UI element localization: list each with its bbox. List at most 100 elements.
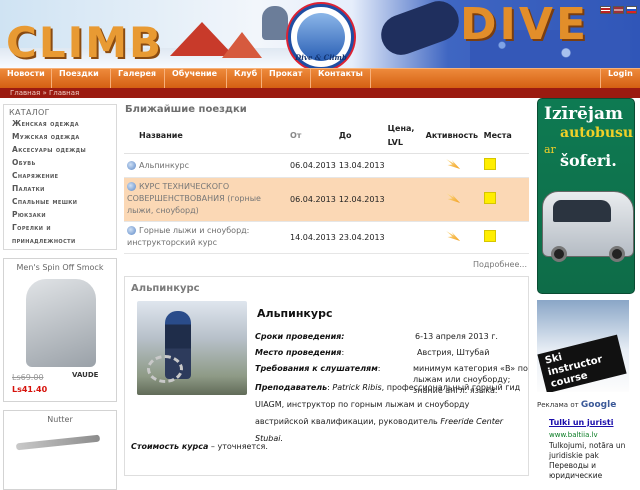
main-content: Ближайшие поездки Название От До Цена, L… [124, 104, 529, 476]
category-accessories[interactable]: Аксесуары одежды [12, 143, 111, 156]
article-cost: Стоимость курса – уточняется. [131, 441, 268, 451]
nav-trips[interactable]: Поездки [52, 69, 111, 89]
nav-contacts[interactable]: Контакты [311, 69, 371, 89]
trip-to: 13.04.2013 [335, 153, 385, 178]
col-from[interactable]: От [287, 119, 336, 154]
places-status-icon [483, 230, 496, 242]
ad-line-1: Izīrējam [544, 104, 623, 124]
activity-icon [446, 159, 461, 169]
flag-ru-icon[interactable] [626, 6, 637, 14]
col-to[interactable]: До [335, 119, 385, 154]
jacket-image[interactable] [26, 279, 96, 367]
col-places[interactable]: Места [480, 119, 529, 154]
table-header: Название От До Цена, LVL Активность Мест… [124, 119, 529, 154]
category-sleeping-bags[interactable]: Спальные мешки [12, 195, 111, 208]
category-womens[interactable]: Женская одежда [12, 117, 111, 130]
header-tent-image-2 [222, 32, 262, 58]
activity-icon [446, 231, 461, 241]
col-price[interactable]: Цена, LVL [384, 119, 423, 154]
trip-name[interactable]: КУРС ТЕХНИЧЕСКОГО СОВЕРШЕНСТВОВАНИЯ (гор… [127, 182, 261, 215]
trip-name[interactable]: Горные лыжи и сноуборд: инструкторский к… [127, 226, 249, 247]
old-price: Ls69.00 [12, 373, 44, 382]
nutter-image[interactable] [15, 434, 101, 451]
product-card-2[interactable]: Nutter [3, 410, 117, 490]
nav-news[interactable]: Новости [0, 69, 52, 89]
catalog-title: Каталог [9, 108, 50, 117]
article-box: Альпинкурс Альпинкурс Сроки проведения: … [124, 275, 529, 476]
google-ads-label: Реклама от Google [537, 400, 617, 410]
article-photo [137, 300, 247, 395]
globe-icon [127, 160, 136, 170]
nav-rental[interactable]: Прокат [262, 69, 311, 89]
wheel-icon [551, 246, 567, 262]
brand-climb: CLIMB [6, 18, 164, 67]
van-image [542, 191, 634, 262]
trip-price [384, 153, 423, 178]
ski-banner-text: Ski instructor course [537, 334, 627, 392]
nav-club[interactable]: Клуб [227, 69, 262, 89]
trip-to: 12.04.2013 [335, 177, 385, 222]
category-tents[interactable]: Палатки [12, 182, 111, 195]
brand-dive: DIVE [460, 0, 590, 50]
product-card[interactable]: Men's Spin Off Smock VAUDE Ls69.00 Ls41.… [3, 258, 117, 402]
vaude-logo: VAUDE [72, 371, 99, 379]
trip-from: 06.04.2013 [287, 153, 336, 178]
col-name[interactable]: Название [124, 119, 287, 154]
globe-icon [127, 226, 136, 235]
category-mens[interactable]: Мужская одежда [12, 130, 111, 143]
table-row[interactable]: КУРС ТЕХНИЧЕСКОГО СОВЕРШЕНСТВОВАНИЯ (гор… [124, 177, 529, 222]
trip-name[interactable]: Альпинкурс [139, 161, 189, 170]
category-burners-cont[interactable]: принадлежности [12, 234, 111, 247]
language-switcher [600, 6, 637, 14]
header-diver-image [375, 0, 465, 61]
col-activity[interactable]: Активность [422, 119, 481, 154]
header-climber-image [262, 6, 288, 40]
trip-from: 14.04.2013 [287, 221, 336, 254]
trip-from: 06.04.2013 [287, 177, 336, 222]
site-header: CLIMB DIVE Dive & Climb [0, 0, 640, 68]
trip-price [384, 221, 423, 254]
site-logo[interactable]: Dive & Climb [288, 4, 354, 68]
table-row[interactable]: Горные лыжи и сноуборд: инструкторский к… [124, 221, 529, 254]
google-ad-url[interactable]: www.baltiia.lv [537, 431, 637, 439]
ad-line-4: šoferi. [560, 151, 617, 170]
places-status-icon [483, 192, 496, 204]
article-requirements: Требования к слушателям: минимум категор… [255, 363, 528, 395]
category-gear[interactable]: Снаряжение [12, 169, 111, 182]
more-link[interactable]: Подробнее... [124, 260, 529, 269]
login-button[interactable]: Login [600, 69, 640, 89]
trip-to: 23.04.2013 [335, 221, 385, 254]
trips-title: Ближайшие поездки [125, 104, 247, 115]
catalog-box: Каталог Женская одежда Мужская одежда Ак… [3, 104, 117, 250]
article-section-title: Альпинкурс [131, 282, 200, 294]
article-place: Место проведения: Австрия, Штубай [255, 347, 490, 357]
nav-training[interactable]: Обучение [165, 69, 227, 89]
product-title[interactable]: Men's Spin Off Smock [4, 259, 116, 272]
trip-price [384, 177, 423, 222]
trips-table: Название От До Цена, LVL Активность Мест… [124, 119, 529, 254]
ski-course-ad[interactable]: Ski instructor course [537, 300, 629, 392]
nav-gallery[interactable]: Галерея [111, 69, 165, 89]
category-burners[interactable]: Горелки и [12, 221, 111, 234]
right-sidebar: Izīrējam autobusu ar šoferi. Ski instruc… [537, 98, 637, 481]
left-sidebar: Каталог Женская одежда Мужская одежда Ак… [3, 104, 117, 490]
ad-line-3: ar [544, 143, 556, 156]
ad-line-2: autobusu [560, 125, 634, 141]
category-shoes[interactable]: Обувь [12, 156, 111, 169]
rope-coil [147, 354, 183, 383]
sale-price: Ls41.40 [12, 385, 48, 394]
places-status-icon [483, 158, 496, 170]
product-title-2[interactable]: Nutter [4, 411, 116, 424]
globe-icon [127, 182, 136, 191]
flag-lv-icon[interactable] [613, 6, 624, 14]
table-row[interactable]: Альпинкурс 06.04.2013 13.04.2013 [124, 153, 529, 178]
article-heading: Альпинкурс [257, 306, 333, 320]
breadcrumb[interactable]: Главная » Главная [0, 88, 640, 98]
bus-rental-ad[interactable]: Izīrējam autobusu ar šoferi. [537, 98, 635, 294]
activity-icon [446, 193, 461, 203]
flag-en-icon[interactable] [600, 6, 611, 14]
category-backpacks[interactable]: Рюкзаки [12, 208, 111, 221]
logo-text: Dive & Climb [295, 53, 347, 62]
google-ad-text: Tulkojumi, notāra un juridiskie pak Пере… [549, 441, 626, 480]
google-ad-title[interactable]: Tulki un juristi [537, 418, 637, 427]
